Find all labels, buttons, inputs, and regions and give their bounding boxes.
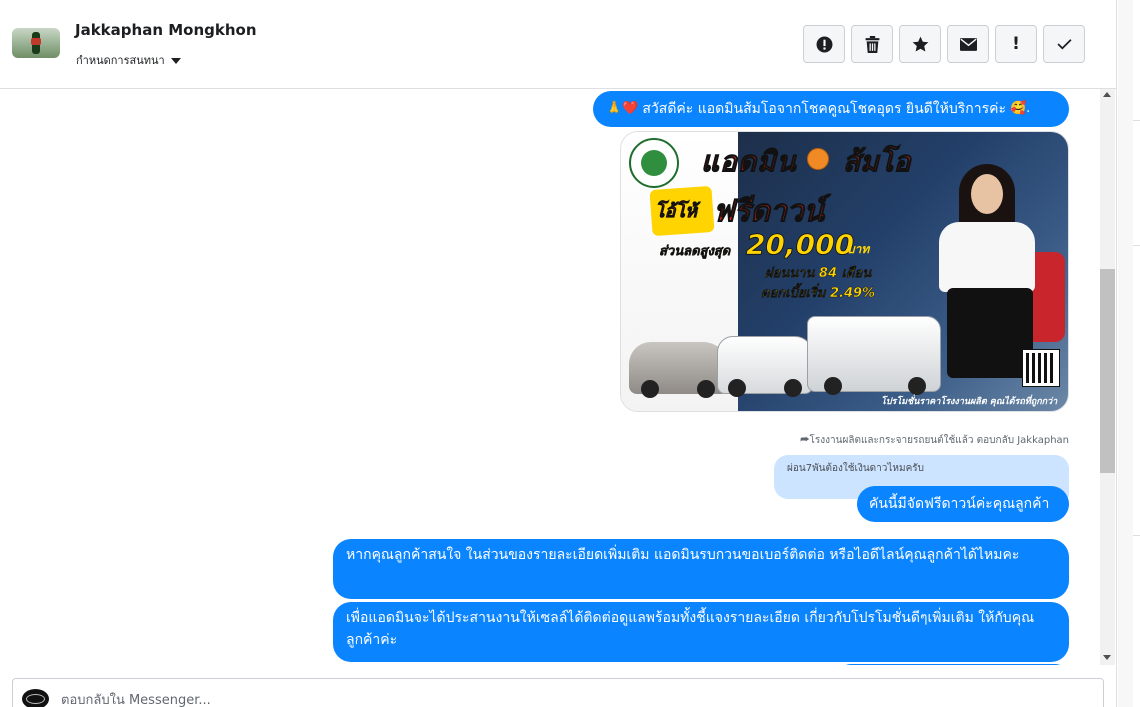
mark-spam-button[interactable] <box>803 25 845 63</box>
message-text: หากคุณลูกค้าสนใจ ในส่วนของรายละเอียดเพิ่… <box>346 547 1020 563</box>
wheel-shape <box>784 379 802 397</box>
assign-conversation-dropdown[interactable]: กำหนดการสนทนา <box>76 51 181 69</box>
promo-discount-label: ส่วนลดสูงสุด <box>659 244 731 260</box>
orange-icon <box>807 148 829 170</box>
page-scrollbar-track[interactable] <box>1118 0 1133 707</box>
promo-discount-unit: บาท <box>847 242 870 256</box>
model-face-shape <box>971 174 1003 214</box>
model-pants-shape <box>947 288 1033 378</box>
reply-meta-name: Jakkaphan <box>1017 435 1069 446</box>
mark-done-button[interactable] <box>1043 25 1085 63</box>
scroll-thumb[interactable] <box>1100 269 1115 473</box>
caret-down-icon <box>170 57 181 64</box>
message-bubble-coordination[interactable]: เพื่อแอดมินจะได้ประสานงานให้เซลล์ได้ติดต… <box>333 602 1069 662</box>
avatar-figure-detail <box>31 38 41 45</box>
mark-unread-button[interactable] <box>947 25 989 63</box>
message-text: เพื่อแอดมินจะได้ประสานงานให้เซลล์ได้ติดต… <box>346 610 1035 648</box>
wheel-shape <box>728 379 746 397</box>
delete-button[interactable] <box>851 25 893 63</box>
promo-installment-text: ผ่อนนาน 84 เดือน <box>765 266 872 281</box>
star-button[interactable] <box>899 25 941 63</box>
message-text: คันนี้มีจัดฟรีดาวน์ค่ะคุณลูกค้า <box>869 496 1050 512</box>
conversation-header: Jakkaphan Mongkhon กำหนดการสนทนา ! <box>0 0 1116 89</box>
wheel-shape <box>824 377 842 395</box>
scroll-up-arrow-icon[interactable] <box>1103 92 1111 97</box>
trash-icon <box>865 35 879 53</box>
promo-footer-text: โปรโมชั่นราคาโรงงานผลิต คุณได้รถที่ถูกกว… <box>881 397 1058 407</box>
right-side-panel-edge <box>1116 0 1140 707</box>
promo-interest-text: ดอกเบี้ยเริ่ม 2.49% <box>761 286 876 301</box>
pray-heart-emoji: 🙏❤️ <box>606 101 639 116</box>
dealer-logo-mark <box>641 150 667 176</box>
conversation-toolbar: ! <box>803 25 1085 63</box>
reply-composer[interactable] <box>12 678 1104 707</box>
promo-image-attachment[interactable]: แอดมิน ส้มโอ โอ้โห้ ฟรีดาวน์ ส่วนลดสูงสุ… <box>620 131 1069 412</box>
pickup-car-shape <box>717 336 813 397</box>
wheel-shape <box>908 377 926 395</box>
wheel-shape <box>697 380 715 398</box>
message-text: สวัสดีค่ะ แอดมินส้มโอจากโชคคูณโชคอุดร ยิ… <box>642 101 1006 117</box>
divider <box>1133 245 1140 246</box>
scroll-down-arrow-icon[interactable] <box>1103 655 1111 660</box>
promo-headline-right: ส้มโอ <box>842 145 911 179</box>
message-bubble-reply[interactable]: คันนี้มีจัดฟรีดาวน์ค่ะคุณลูกค้า <box>857 486 1069 522</box>
exclamation-icon: ! <box>1012 34 1020 54</box>
wheel-shape <box>641 380 659 398</box>
reply-meta-text: โรงงานผลิตและกระจายรถยนต์ใช้แล้ว ตอบกลับ <box>809 435 1015 446</box>
smile-emoji: 🥰. <box>1010 101 1031 116</box>
divider <box>1133 535 1140 536</box>
reply-input[interactable] <box>61 690 961 707</box>
reply-metadata: ⮫โรงงานผลิตและกระจายรถยนต์ใช้แล้ว ตอบกลั… <box>700 433 1069 448</box>
promo-giveaway-text: โอ้โห้ <box>655 201 698 223</box>
alert-circle-icon <box>816 36 832 52</box>
pickup-truck-shape <box>807 316 941 395</box>
inbox-conversation-view: Jakkaphan Mongkhon กำหนดการสนทนา ! 🙏❤️ ส… <box>0 0 1140 707</box>
message-bubble-partial[interactable] <box>837 664 1069 665</box>
divider <box>1133 120 1140 121</box>
dealer-logo <box>629 138 679 188</box>
assign-conversation-label: กำหนดการสนทนา <box>76 54 165 67</box>
message-thread[interactable]: 🙏❤️ สวัสดีค่ะ แอดมินส้มโอจากโชคคูณโชคอุด… <box>0 89 1100 665</box>
promo-discount-value: 20,000 <box>746 228 855 262</box>
message-bubble-greeting[interactable]: 🙏❤️ สวัสดีค่ะ แอดมินส้มโอจากโชคคูณโชคอุด… <box>593 91 1069 127</box>
star-icon <box>912 36 928 52</box>
model-shirt-shape <box>939 222 1035 292</box>
thread-scrollbar[interactable] <box>1100 89 1115 665</box>
mail-icon <box>959 37 977 51</box>
follow-up-button[interactable]: ! <box>995 25 1037 63</box>
quoted-message-text: ผ่อน7พันต้องใช้เงินดาวไหมครับ <box>787 463 925 474</box>
qr-code-icon <box>1022 349 1060 387</box>
promo-headline-left: แอดมิน <box>701 145 797 179</box>
hatchback-car-shape <box>629 342 729 398</box>
message-bubble-contact-request[interactable]: หากคุณลูกค้าสนใจ ในส่วนของรายละเอียดเพิ่… <box>333 539 1069 599</box>
check-icon <box>1056 39 1072 50</box>
reply-arrow-icon: ⮫ <box>800 435 810 446</box>
contact-name[interactable]: Jakkaphan Mongkhon <box>75 21 257 39</box>
page-avatar-ring <box>26 694 45 704</box>
avatar[interactable] <box>12 28 60 58</box>
